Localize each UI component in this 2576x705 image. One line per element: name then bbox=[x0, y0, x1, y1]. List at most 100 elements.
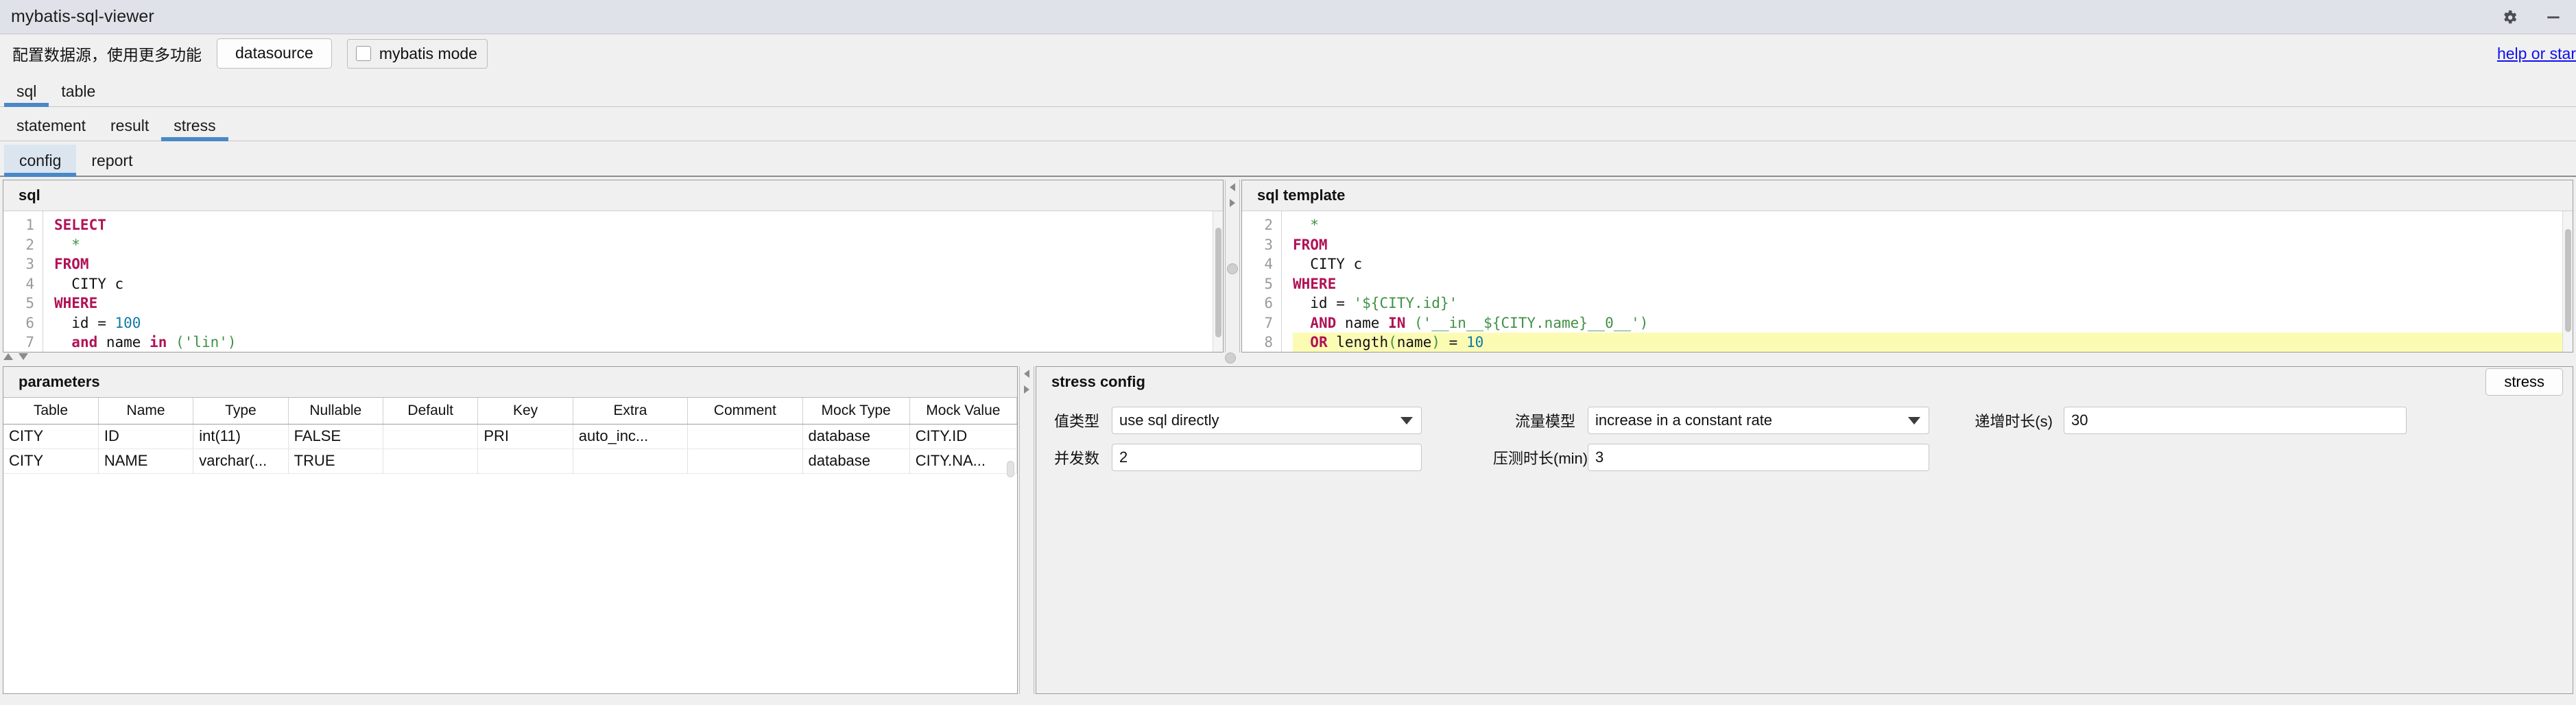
tab-result[interactable]: result bbox=[98, 118, 161, 141]
tab-stress[interactable]: stress bbox=[161, 118, 228, 141]
concurrency-input[interactable]: 2 bbox=[1112, 444, 1422, 471]
scrollbar-thumb[interactable] bbox=[2565, 229, 2571, 332]
bottom-vertical-splitter[interactable] bbox=[1019, 366, 1034, 694]
column-header[interactable]: Table bbox=[3, 398, 99, 425]
table-cell[interactable]: TRUE bbox=[288, 449, 384, 474]
collapse-right-icon[interactable] bbox=[1227, 198, 1238, 211]
sql-template-editor[interactable]: 2 3 4 5 6 7 8 * FROM CITY c WHERE id = '${CITY.i… bbox=[1242, 211, 2573, 352]
column-header[interactable]: Default bbox=[383, 398, 479, 425]
stress-run-button[interactable]: stress bbox=[2485, 368, 2563, 396]
top-vertical-splitter[interactable] bbox=[1225, 180, 1240, 352]
column-header[interactable]: Extra bbox=[573, 398, 689, 425]
table-cell[interactable]: int(11) bbox=[193, 424, 289, 449]
sql-code[interactable]: SELECT * FROM CITY c WHERE id = 100 and na… bbox=[43, 211, 1223, 352]
code-line[interactable]: CITY c bbox=[1293, 254, 2573, 274]
help-or-star-link[interactable]: help or star bbox=[2497, 45, 2576, 63]
column-header[interactable]: Nullable bbox=[288, 398, 384, 425]
column-header[interactable]: Mock Type bbox=[802, 398, 910, 425]
datasource-button[interactable]: datasource bbox=[217, 38, 332, 69]
column-header[interactable]: Key bbox=[477, 398, 573, 425]
datasource-toolbar: 配置数据源，使用更多功能 datasource mybatis mode hel… bbox=[0, 34, 2576, 73]
table-row[interactable]: CITY NAME varchar(... TRUE database CITY.NA..… bbox=[3, 449, 1017, 474]
tab-report[interactable]: report bbox=[76, 145, 147, 176]
mybatis-mode-checkbox[interactable]: mybatis mode bbox=[346, 38, 488, 69]
table-cell[interactable]: database bbox=[802, 449, 910, 474]
scrollbar-thumb[interactable] bbox=[1215, 228, 1221, 337]
sql-template-code[interactable]: * FROM CITY c WHERE id = '${CITY.id}' AND … bbox=[1282, 211, 2573, 352]
duration-input[interactable]: 3 bbox=[1588, 444, 1929, 471]
tab-table[interactable]: table bbox=[49, 84, 108, 106]
table-row[interactable]: CITY ID int(11) FALSE PRI auto_inc... database… bbox=[3, 424, 1017, 449]
workspace: sql 1 2 3 4 5 6 7 SELECT * FROM CITY c WHERE id … bbox=[0, 177, 2576, 697]
code-line[interactable]: OR length(name) = 10 bbox=[1293, 333, 2573, 352]
tab-config[interactable]: config bbox=[4, 145, 77, 177]
collapse-left-icon[interactable] bbox=[1021, 369, 1032, 382]
table-cell[interactable] bbox=[687, 424, 803, 449]
code-line[interactable]: CITY c bbox=[54, 274, 1223, 294]
table-cell[interactable]: NAME bbox=[98, 449, 194, 474]
table-cell[interactable]: auto_inc... bbox=[573, 424, 689, 449]
table-cell[interactable]: varchar(... bbox=[193, 449, 289, 474]
code-token: 10 bbox=[1466, 334, 1484, 350]
table-cell[interactable]: PRI bbox=[477, 424, 573, 449]
table-cell[interactable] bbox=[383, 424, 479, 449]
code-line[interactable]: id = 100 bbox=[54, 313, 1223, 333]
splitter-grip-horizontal[interactable] bbox=[1225, 352, 1236, 363]
column-header[interactable]: Mock Value bbox=[909, 398, 1017, 425]
traffic-model-select[interactable]: increase in a constant rate bbox=[1588, 407, 1929, 434]
column-header[interactable]: Type bbox=[193, 398, 289, 425]
code-line[interactable]: WHERE bbox=[54, 294, 1223, 313]
table-cell[interactable]: database bbox=[802, 424, 910, 449]
chevron-down-icon[interactable] bbox=[1908, 416, 1920, 425]
tabs-level1: sql table bbox=[0, 73, 2576, 107]
checkbox-box[interactable] bbox=[355, 46, 371, 61]
table-cell[interactable]: CITY.ID bbox=[909, 424, 1017, 449]
table-cell[interactable] bbox=[573, 449, 689, 474]
table-cell[interactable]: CITY bbox=[3, 449, 99, 474]
table-cell[interactable] bbox=[477, 449, 573, 474]
value-type-select[interactable]: use sql directly bbox=[1112, 407, 1422, 434]
parameters-scroll-thumb[interactable] bbox=[1007, 461, 1014, 477]
code-token: ( bbox=[167, 334, 184, 350]
splitter-grip[interactable] bbox=[1227, 263, 1238, 274]
code-line[interactable]: FROM bbox=[1293, 235, 2573, 255]
code-line[interactable]: id = '${CITY.id}' bbox=[1293, 294, 2573, 313]
code-line[interactable]: FROM bbox=[54, 254, 1223, 274]
collapse-up-icon[interactable] bbox=[3, 352, 14, 365]
table-cell[interactable] bbox=[687, 449, 803, 474]
code-line[interactable]: and name in ('lin') bbox=[54, 333, 1223, 352]
tab-sql[interactable]: sql bbox=[4, 84, 49, 107]
column-header[interactable]: Comment bbox=[687, 398, 803, 425]
table-cell[interactable]: CITY.NA... bbox=[909, 449, 1017, 474]
code-token: and bbox=[71, 334, 98, 350]
collapse-right-icon[interactable] bbox=[1021, 385, 1032, 398]
minimize-icon[interactable] bbox=[2543, 7, 2564, 27]
collapse-down-icon[interactable] bbox=[18, 352, 29, 365]
table-cell[interactable]: FALSE bbox=[288, 424, 384, 449]
code-line[interactable]: SELECT bbox=[54, 215, 1223, 235]
sql-vertical-scrollbar[interactable] bbox=[1213, 211, 1223, 352]
code-line[interactable]: * bbox=[54, 235, 1223, 255]
code-token: name bbox=[1336, 314, 1389, 331]
code-line[interactable]: WHERE bbox=[1293, 274, 2573, 294]
duration-value: 3 bbox=[1595, 449, 1604, 466]
table-cell[interactable]: ID bbox=[98, 424, 194, 449]
table-cell[interactable] bbox=[383, 449, 479, 474]
template-vertical-scrollbar[interactable] bbox=[2562, 211, 2573, 352]
chevron-down-icon[interactable] bbox=[1400, 416, 1413, 425]
ramp-up-input[interactable]: 30 bbox=[2064, 407, 2407, 434]
column-header[interactable]: Name bbox=[98, 398, 194, 425]
horizontal-splitter[interactable] bbox=[0, 352, 2576, 363]
code-token: in bbox=[150, 334, 167, 350]
tab-statement[interactable]: statement bbox=[4, 118, 98, 141]
code-line[interactable]: * bbox=[1293, 215, 2573, 235]
collapse-left-icon[interactable] bbox=[1227, 182, 1238, 195]
table-cell[interactable]: CITY bbox=[3, 424, 99, 449]
parameters-table-wrap[interactable]: Table Name Type Nullable Default Key Extra Comm… bbox=[3, 397, 1017, 693]
code-line[interactable]: AND name IN ('__in__${CITY.name}__0__') bbox=[1293, 313, 2573, 333]
gear-icon[interactable] bbox=[2499, 7, 2520, 27]
code-token: id = bbox=[54, 314, 115, 331]
sql-editor[interactable]: 1 2 3 4 5 6 7 SELECT * FROM CITY c WHERE id = 10… bbox=[3, 211, 1223, 352]
